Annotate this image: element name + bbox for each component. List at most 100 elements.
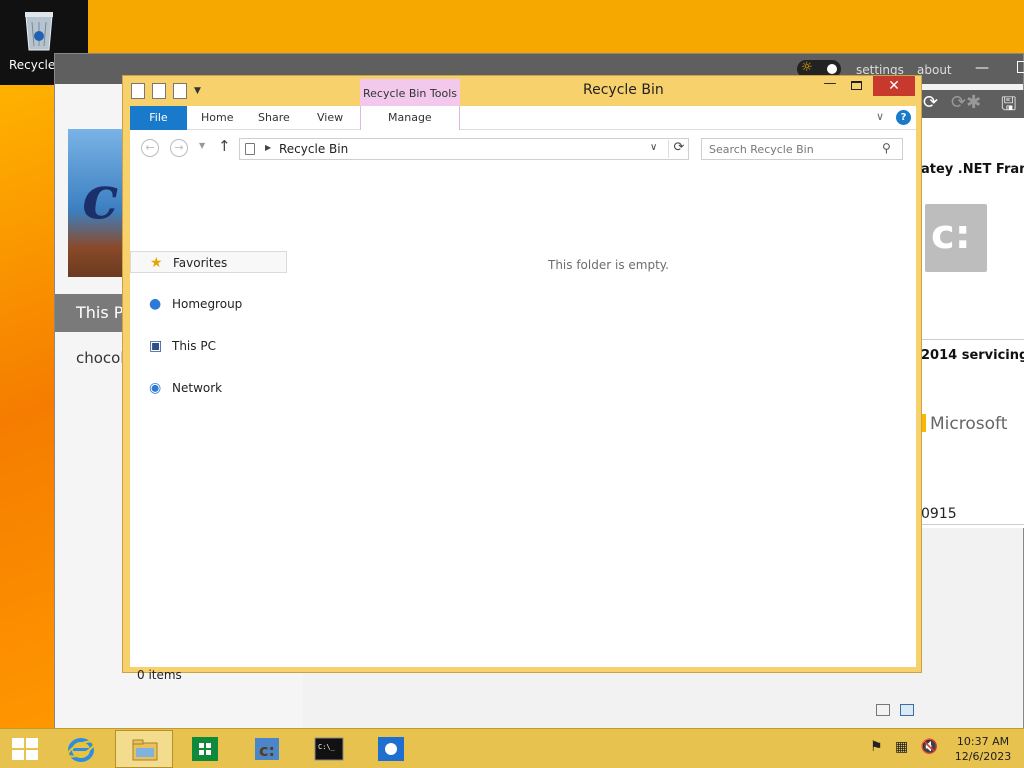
nav-item-label: Network <box>172 381 223 395</box>
sun-app-icon <box>378 737 404 761</box>
recycle-bin-icon <box>25 12 53 51</box>
clock-time: 10:37 AM <box>956 735 1010 748</box>
breadcrumb[interactable]: Recycle Bin <box>279 142 348 156</box>
background-toolbar: ⟳ ⟳✱ 🖫 <box>921 90 1024 118</box>
package-divider <box>921 339 1024 340</box>
back-arrow-icon[interactable]: ← <box>141 139 159 157</box>
explorer-content: ← → ▼ ↑ ▶ Recycle Bin ∨ ⟳ ⚲ ★ Favorites <box>130 130 916 716</box>
package-divider <box>921 524 1024 525</box>
nav-item-label: Favorites <box>173 256 228 270</box>
search-box[interactable]: ⚲ <box>701 138 903 160</box>
quick-access-toolbar: ▼ <box>131 82 201 100</box>
explorer-titlebar[interactable]: ▼ Recycle Bin Tools Recycle Bin — ✕ <box>123 76 921 107</box>
chocolatey-package-icon: c: <box>925 204 987 272</box>
contextual-tab-recycle-bin-tools: Recycle Bin Tools <box>360 79 460 107</box>
windows-logo-icon <box>26 750 38 760</box>
nav-item-favorites[interactable]: ★ Favorites <box>130 251 287 273</box>
help-icon[interactable]: ? <box>896 110 911 125</box>
recycle-bin-small-icon <box>245 143 255 155</box>
clock-date: 12/6/2023 <box>954 750 1012 763</box>
background-maximize-button[interactable] <box>1017 61 1024 73</box>
taskbar-clock[interactable]: 10:37 AM 12/6/2023 <box>952 734 1014 764</box>
volume-muted-icon[interactable]: 🔇 <box>921 739 938 755</box>
window-title: Recycle Bin <box>583 82 664 98</box>
tab-share[interactable]: Share <box>258 106 290 130</box>
taskbar-chocolatey-gui[interactable]: c: <box>238 730 296 768</box>
refresh-icon[interactable]: ⟳ <box>923 92 938 113</box>
about-link[interactable]: about <box>917 63 952 77</box>
up-arrow-icon[interactable]: ↑ <box>218 137 231 155</box>
start-button[interactable] <box>12 738 38 760</box>
background-package-list <box>921 118 1024 528</box>
action-center-flag-icon[interactable]: ⚑ <box>870 739 883 755</box>
new-folder-icon[interactable] <box>173 83 187 99</box>
nav-item-homegroup[interactable]: ● Homegroup <box>130 293 288 315</box>
computer-icon: ▣ <box>149 338 163 354</box>
toggle-knob <box>827 64 837 74</box>
desktop-icon-label: Recycle <box>9 58 56 72</box>
network-status-icon[interactable]: ▦ <box>895 739 908 755</box>
nav-item-this-pc[interactable]: ▣ This PC <box>130 335 288 357</box>
chocolatey-logo: c <box>68 129 126 277</box>
package-title[interactable]: 2014 servicing st <box>921 348 1024 363</box>
tab-view[interactable]: View <box>317 106 343 130</box>
navigation-bar: ← → ▼ ↑ ▶ Recycle Bin ∨ ⟳ ⚲ <box>130 130 916 165</box>
microsoft-logo: Microsoft <box>921 414 1007 434</box>
background-nav-subtext: chocol <box>76 349 125 367</box>
explorer-window: ▼ Recycle Bin Tools Recycle Bin — ✕ File… <box>122 75 922 716</box>
brand-text: Microsoft <box>930 414 1008 434</box>
desktop-background <box>0 80 60 740</box>
address-dropdown-icon[interactable]: ∨ <box>650 142 657 153</box>
status-bar-item-count: 0 items <box>137 668 182 682</box>
taskbar-internet-explorer[interactable] <box>52 730 110 768</box>
sun-icon: ☼ <box>801 60 813 75</box>
nav-item-label: Homegroup <box>172 297 243 311</box>
sync-icon[interactable]: ⟳✱ <box>951 92 981 113</box>
homegroup-icon: ● <box>149 296 162 312</box>
nav-item-label: This PC <box>172 339 216 353</box>
windows-logo-icon <box>12 738 24 748</box>
taskbar-app[interactable] <box>362 730 420 768</box>
refresh-icon[interactable]: ⟳ <box>668 140 689 158</box>
expand-ribbon-chevron-icon[interactable]: ∨ <box>876 110 884 123</box>
tab-file[interactable]: File <box>130 106 187 130</box>
taskbar-command-prompt[interactable]: C:\_ <box>300 730 358 768</box>
nav-item-network[interactable]: ◉ Network <box>130 377 288 399</box>
chevron-right-icon[interactable]: ▶ <box>265 143 271 152</box>
recent-locations-chevron-icon[interactable]: ▼ <box>199 141 205 150</box>
background-minimize-button[interactable]: — <box>975 60 989 76</box>
package-title[interactable]: atey .NET Frame <box>921 162 1024 177</box>
command-prompt-icon: C:\_ <box>314 737 344 761</box>
windows-logo-icon <box>12 750 24 760</box>
system-tray: ⚑ ▦ 🔇 <box>870 739 946 755</box>
address-bar[interactable]: ▶ Recycle Bin ∨ ⟳ <box>239 138 689 160</box>
taskbar: c: C:\_ ⚑ ▦ 🔇 10:37 AM 12/6/2023 <box>0 728 1024 768</box>
recycle-bin-small-icon <box>131 83 145 99</box>
svg-text:C:\_: C:\_ <box>318 743 336 751</box>
search-input[interactable] <box>703 140 873 158</box>
chevron-down-icon[interactable]: ▼ <box>194 86 201 96</box>
windows-logo-icon <box>26 738 38 748</box>
ribbon-tabs: File Home Share View Manage ∨ ? <box>130 106 916 130</box>
svg-text:c:: c: <box>259 741 275 760</box>
package-version: 0915 <box>921 506 957 522</box>
minimize-button[interactable]: — <box>821 76 839 96</box>
internet-explorer-icon <box>67 738 95 762</box>
chocolatey-icon: c: <box>255 738 279 760</box>
large-icons-view-icon[interactable] <box>900 704 914 716</box>
details-view-icon[interactable] <box>876 704 890 716</box>
forward-arrow-icon[interactable]: → <box>170 139 188 157</box>
network-icon: ◉ <box>149 380 162 396</box>
search-icon[interactable]: ⚲ <box>882 141 891 155</box>
maximize-button[interactable] <box>851 81 862 90</box>
folder-icon <box>132 739 158 761</box>
tab-manage[interactable]: Manage <box>388 106 432 130</box>
properties-icon[interactable] <box>152 83 166 99</box>
empty-folder-message: This folder is empty. <box>548 258 669 272</box>
taskbar-file-explorer[interactable] <box>115 730 173 768</box>
store-icon <box>192 737 218 761</box>
taskbar-store[interactable] <box>176 730 234 768</box>
tab-home[interactable]: Home <box>201 106 233 130</box>
close-button[interactable]: ✕ <box>873 76 915 96</box>
star-icon: ★ <box>150 255 163 271</box>
